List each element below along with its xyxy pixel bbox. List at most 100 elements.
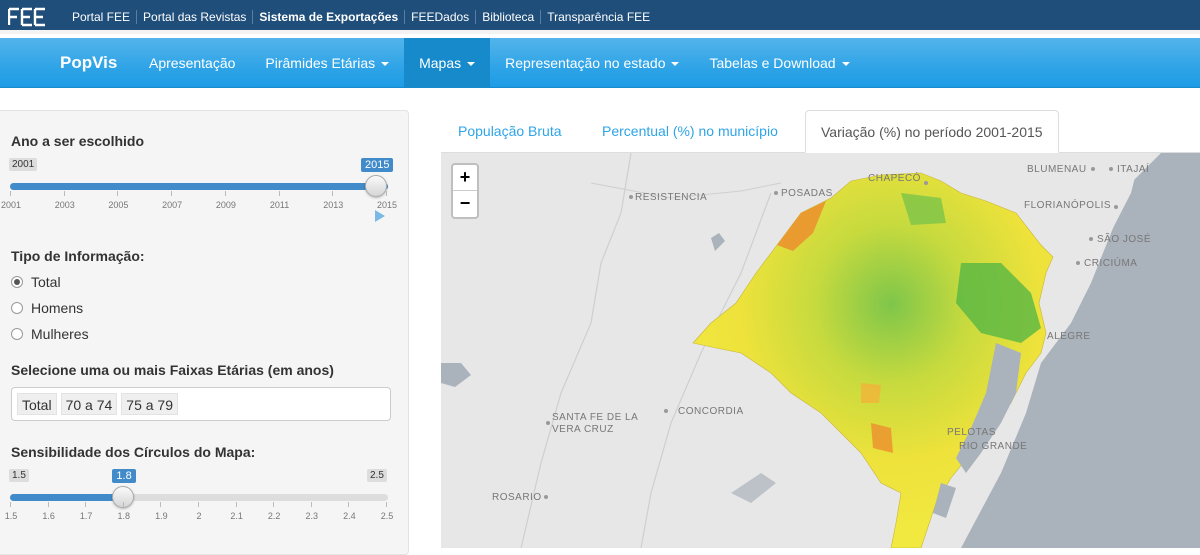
brand[interactable]: PopVis <box>60 38 117 88</box>
slider-tick-label: 2009 <box>215 200 236 210</box>
city-label: SANTA FE DE LA <box>552 412 639 423</box>
sidebar-panel: Ano a ser escolhido 2001 2015 2001 2003 20… <box>0 110 409 555</box>
city-label: VERA CRUZ <box>552 424 614 435</box>
nav-representacao[interactable]: Representação no estado <box>490 38 694 88</box>
radio-mulheres[interactable]: Mulheres <box>11 325 89 343</box>
radio-homens[interactable]: Homens <box>11 299 83 317</box>
age-chip[interactable]: 70 a 74 <box>60 393 118 415</box>
river <box>520 153 632 548</box>
slider-tick-label: 2013 <box>323 200 344 210</box>
year-value: 2015 <box>361 158 394 172</box>
slider-tick <box>10 191 11 196</box>
nav-piramides[interactable]: Pirâmides Etárias <box>250 38 404 88</box>
city-dot <box>546 421 550 425</box>
city-dot <box>924 181 928 185</box>
city-label: SÃO JOSÉ <box>1097 234 1152 245</box>
caret-down-icon <box>671 62 680 67</box>
lake <box>711 233 725 251</box>
age-label: Selecione uma ou mais Faixas Etárias (em… <box>11 362 334 378</box>
city-label: ROSARIO <box>492 492 542 503</box>
sens-track[interactable] <box>10 494 388 501</box>
nav-tabelas[interactable]: Tabelas e Download <box>694 38 864 88</box>
main-navbar: PopVis Apresentação Pirâmides Etárias Ma… <box>0 38 1200 88</box>
sens-value: 1.8 <box>112 469 136 483</box>
slider-tick-label: 2.3 <box>305 511 319 521</box>
slider-tick-label: 2011 <box>269 200 290 210</box>
nav-label: Tabelas e Download <box>709 55 836 71</box>
zoom-in-button[interactable]: + <box>453 165 477 191</box>
city-dot <box>774 191 778 195</box>
city-label: RESISTENCIA <box>635 192 708 203</box>
radio-label: Total <box>31 274 61 290</box>
slider-tick <box>273 502 275 507</box>
age-chip[interactable]: 75 a 79 <box>121 393 179 415</box>
slider-tick-label: 2003 <box>54 200 75 210</box>
slider-tick-label: 2015 <box>376 200 398 210</box>
map-tabs: População Bruta Percentual (%) no municí… <box>441 110 1200 153</box>
city-dot <box>1091 167 1095 171</box>
slider-tick-label: 1.8 <box>117 511 131 521</box>
fee-logo[interactable] <box>8 7 46 27</box>
radio-icon <box>11 302 23 314</box>
slider-tick-label: 2005 <box>108 200 129 210</box>
slider-tick <box>63 191 65 196</box>
city-dot <box>629 195 633 199</box>
slider-tick <box>348 502 350 507</box>
city-label: ALEGRE <box>1047 331 1091 342</box>
link-portal-revistas[interactable]: Portal das Revistas <box>136 10 252 24</box>
radio-checked-icon <box>11 276 23 288</box>
top-links: Portal FEE Portal das Revistas Sistema d… <box>66 0 656 34</box>
year-track[interactable] <box>10 183 388 190</box>
radio-total[interactable]: Total <box>11 273 61 291</box>
age-select[interactable]: Total 70 a 74 75 a 79 <box>11 387 391 421</box>
tab-percentual[interactable]: Percentual (%) no município <box>587 110 793 153</box>
city-dot <box>1089 237 1093 241</box>
zoom-out-button[interactable]: − <box>453 191 477 217</box>
age-chip[interactable]: Total <box>17 393 57 415</box>
slider-tick <box>160 502 162 507</box>
slider-tick <box>117 191 119 196</box>
slider-tick <box>47 502 49 507</box>
tab-populacao-bruta[interactable]: População Bruta <box>443 110 577 153</box>
nav-label: Mapas <box>419 55 462 71</box>
caret-down-icon <box>841 62 850 67</box>
info-label: Tipo de Informação: <box>11 248 145 264</box>
slider-tick-label: 1.9 <box>155 511 168 521</box>
year-min: 2001 <box>9 158 38 171</box>
slider-tick <box>386 502 387 507</box>
map-canvas[interactable] <box>441 153 1200 548</box>
radio-label: Mulheres <box>31 326 89 342</box>
link-portal-fee[interactable]: Portal FEE <box>66 10 136 24</box>
slider-tick-label: 1.5 <box>4 511 18 521</box>
zoom-control: + − <box>451 163 479 219</box>
tab-variacao[interactable]: Variação (%) no período 2001-2015 <box>805 110 1059 153</box>
slider-tick <box>10 502 11 507</box>
link-biblioteca[interactable]: Biblioteca <box>475 10 540 24</box>
link-sistema-exportacoes[interactable]: Sistema de Exportações <box>252 10 404 24</box>
slider-tick <box>386 191 387 196</box>
nav-mapas[interactable]: Mapas <box>404 38 491 88</box>
nav-label: Pirâmides Etárias <box>265 55 376 71</box>
map-view[interactable]: + − CHAPECÓ POSADAS RESISTENCIA BLUMENAU… <box>441 153 1200 548</box>
year-ticks: 2001 2003 2005 2007 2009 2011 2013 2015 <box>1 191 397 210</box>
city-label: ITAJAÍ <box>1117 164 1150 175</box>
city-label: CHAPECÓ <box>868 173 921 184</box>
city-dot <box>1076 261 1080 265</box>
sens-slider[interactable]: 1.5 1.8 2.5 1.5 1.6 1.7 1.8 1.9 2 2.1 2.2 2.3 2.4… <box>5 469 393 529</box>
slider-tick-label: 2.2 <box>267 511 281 521</box>
slider-tick-label: 2.4 <box>343 511 356 521</box>
top-bar: Portal FEE Portal das Revistas Sistema d… <box>0 0 1200 34</box>
radio-label: Homens <box>31 300 84 316</box>
lake <box>441 363 471 387</box>
caret-down-icon <box>381 62 390 67</box>
city-dot <box>544 495 548 499</box>
nav-apresentacao[interactable]: Apresentação <box>134 38 250 88</box>
play-icon[interactable] <box>375 210 385 222</box>
link-transparencia[interactable]: Transparência FEE <box>540 10 656 24</box>
link-feedados[interactable]: FEEDados <box>404 10 475 24</box>
city-label: BLUMENAU <box>1027 164 1087 175</box>
slider-tick-label: 1.6 <box>42 511 55 521</box>
year-slider[interactable]: 2001 2015 2001 2003 2005 2007 2009 2011 2013 20… <box>1 158 397 228</box>
slider-tick <box>85 502 87 507</box>
nav-label: Apresentação <box>149 55 236 71</box>
